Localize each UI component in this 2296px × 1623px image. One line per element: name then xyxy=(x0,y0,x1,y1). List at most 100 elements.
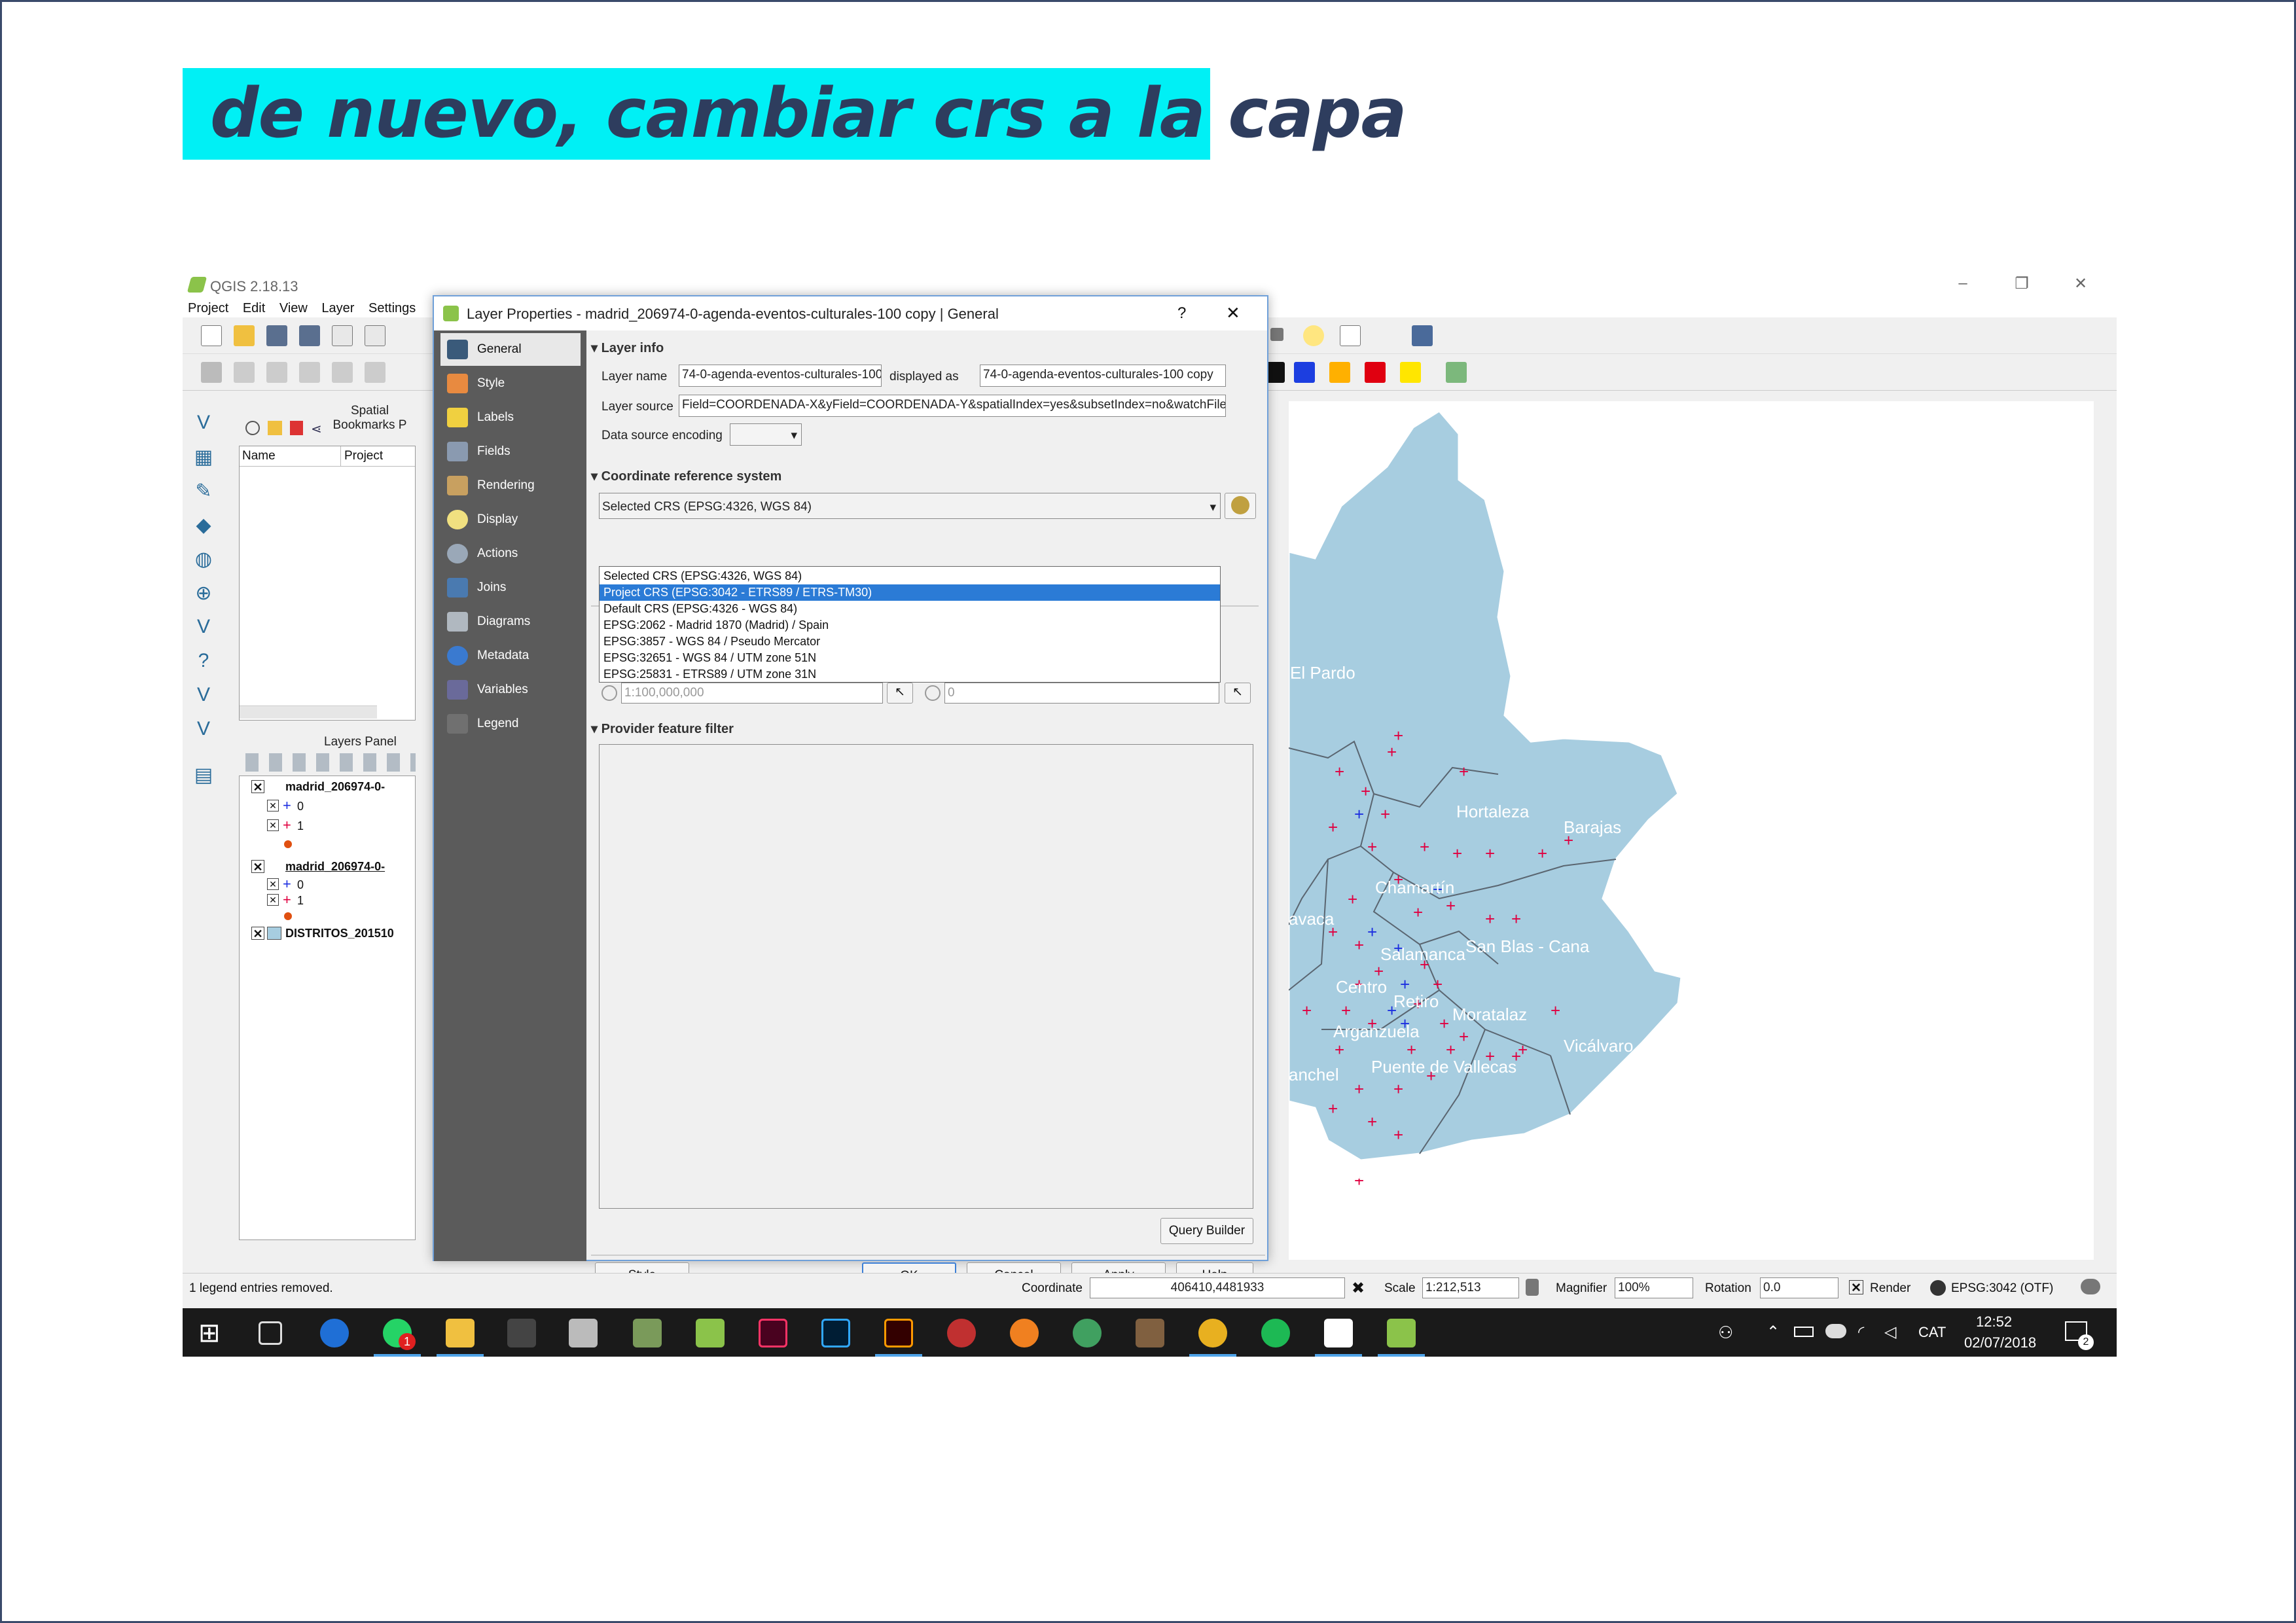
sidebar-item-rendering[interactable]: Rendering xyxy=(440,469,581,502)
add-wcs-icon[interactable]: ⊕ xyxy=(190,582,217,608)
close-window-button[interactable]: ✕ xyxy=(2068,274,2094,296)
sidebar-item-labels[interactable]: Labels xyxy=(440,401,581,434)
crs-header[interactable]: ▾ Coordinate reference system xyxy=(591,468,781,484)
add-spatialite-icon[interactable]: ◆ xyxy=(190,514,217,540)
set-min-scale-button[interactable]: ↖ xyxy=(887,683,913,704)
layer-name[interactable]: madrid_206974-0- xyxy=(285,780,416,794)
layer-name-input[interactable]: 74-0-agenda-eventos-culturales-100 copy xyxy=(679,365,882,387)
displayed-as-field[interactable]: 74-0-agenda-eventos-culturales-100 copy xyxy=(980,365,1226,387)
terminal-icon[interactable] xyxy=(507,1319,536,1347)
image-viewer-icon[interactable] xyxy=(633,1319,662,1347)
tray-chevron-icon[interactable]: ⌃ xyxy=(1767,1323,1780,1342)
sidebar-item-actions[interactable]: Actions xyxy=(440,537,581,570)
layer-checkbox[interactable]: ✕ xyxy=(251,927,264,940)
layer-checkbox[interactable]: ✕ xyxy=(251,780,264,794)
class-checkbox[interactable]: ✕ xyxy=(267,800,279,812)
language-indicator[interactable]: CAT xyxy=(1918,1324,1946,1341)
zoom-bookmark-icon[interactable] xyxy=(245,421,260,435)
qgis-taskbar-icon[interactable] xyxy=(1387,1319,1416,1347)
class-checkbox[interactable]: ✕ xyxy=(267,819,279,831)
class-checkbox[interactable]: ✕ xyxy=(267,878,279,890)
scale-field[interactable]: 1:212,513 xyxy=(1422,1277,1519,1298)
layer-info-header[interactable]: ▾ Layer info xyxy=(591,340,664,356)
add-vector-layer-icon[interactable]: V xyxy=(190,412,217,438)
cloud-icon[interactable] xyxy=(1825,1324,1846,1338)
map-canvas[interactable]: + + + + + + + + + + + + + + + + + + + + + + + + + + + + + + + + + + + + + + + +… xyxy=(1289,401,2094,1260)
col-project-header[interactable]: Project xyxy=(344,449,383,463)
delete-bookmark-icon[interactable] xyxy=(290,421,303,435)
node-tool-icon[interactable] xyxy=(365,362,386,383)
volume-icon[interactable]: ◁ xyxy=(1884,1323,1896,1342)
crs-option[interactable]: EPSG:3857 - WGS 84 / Pseudo Mercator xyxy=(600,633,1220,650)
menu-settings[interactable]: Settings xyxy=(363,298,421,319)
messages-icon[interactable] xyxy=(2081,1279,2100,1294)
sidebar-item-general[interactable]: General xyxy=(440,333,581,366)
save-edits-icon[interactable] xyxy=(266,362,287,383)
horizontal-scrollbar[interactable] xyxy=(240,705,377,719)
magnifier-field[interactable]: 100% xyxy=(1615,1277,1693,1298)
add-virtual-layer-icon[interactable]: V xyxy=(190,684,217,710)
layer-name[interactable]: madrid_206974-0- xyxy=(285,860,416,874)
teamviewer-icon[interactable] xyxy=(320,1319,349,1347)
share-bookmark-icon[interactable]: ⋖ xyxy=(311,421,325,437)
wifi-icon[interactable]: ◜ xyxy=(1858,1323,1864,1342)
filter-header[interactable]: ▾ Provider feature filter xyxy=(591,721,734,737)
photoshop-icon[interactable] xyxy=(821,1319,850,1347)
crs-option-highlighted[interactable]: Project CRS (EPSG:3042 - ETRS89 / ETRS-T… xyxy=(600,584,1220,601)
menu-project[interactable]: Project xyxy=(183,298,234,319)
new-project-icon[interactable] xyxy=(201,325,222,346)
chrome-icon[interactable] xyxy=(1198,1319,1227,1347)
filter-textarea[interactable] xyxy=(599,744,1253,1209)
save-project-icon[interactable] xyxy=(266,325,287,346)
add-wms-icon[interactable]: ◍ xyxy=(190,548,217,574)
annotation-icon[interactable] xyxy=(1303,325,1324,346)
atom-app-icon[interactable] xyxy=(1073,1319,1102,1347)
edit-icon[interactable] xyxy=(234,362,255,383)
clock-date[interactable]: 02/07/2018 xyxy=(1964,1334,2036,1351)
col-name-header[interactable]: Name xyxy=(242,449,276,463)
set-max-scale-button[interactable]: ↖ xyxy=(1225,683,1251,704)
save-as-icon[interactable] xyxy=(299,325,320,346)
menu-layer[interactable]: Layer xyxy=(316,298,359,319)
crs-globe-icon[interactable] xyxy=(1930,1280,1946,1296)
open-project-icon[interactable] xyxy=(234,325,255,346)
coordinate-field[interactable]: 406410,4481933 xyxy=(1090,1277,1345,1298)
label-orange-icon[interactable] xyxy=(1329,362,1350,383)
crs-status[interactable]: EPSG:3042 (OTF) xyxy=(1951,1281,2053,1296)
sidebar-item-legend[interactable]: Legend xyxy=(440,707,581,740)
crs-option[interactable]: EPSG:25831 - ETRS89 / UTM zone 31N xyxy=(600,666,1220,683)
layer-name[interactable]: DISTRITOS_201510 xyxy=(285,927,416,940)
menu-view[interactable]: View xyxy=(274,298,313,319)
min-scale-select[interactable]: 1:100,000,000 xyxy=(621,683,883,704)
qgis-desktop-icon[interactable] xyxy=(696,1319,725,1347)
crs-option[interactable]: Selected CRS (EPSG:4326, WGS 84) xyxy=(600,568,1220,584)
add-bookmark-icon[interactable] xyxy=(268,421,282,435)
field-calculator-icon[interactable]: ▤ xyxy=(190,764,217,790)
app-icon[interactable] xyxy=(569,1319,598,1347)
blender-icon[interactable] xyxy=(1010,1319,1039,1347)
sidebar-item-joins[interactable]: Joins xyxy=(440,571,581,604)
add-feature-icon[interactable] xyxy=(299,362,320,383)
windows-start-icon[interactable]: ⊞ xyxy=(198,1319,227,1347)
sidebar-item-diagrams[interactable]: Diagrams xyxy=(440,605,581,638)
minimize-button[interactable]: – xyxy=(1950,274,1976,296)
class-checkbox[interactable]: ✕ xyxy=(267,894,279,906)
select-crs-button[interactable] xyxy=(1225,493,1256,519)
help-icon[interactable] xyxy=(1412,325,1433,346)
people-icon[interactable]: ⚇ xyxy=(1718,1323,1733,1343)
label-red-icon[interactable] xyxy=(1365,362,1386,383)
render-checkbox[interactable]: ✕ xyxy=(1849,1280,1863,1295)
gimp-icon[interactable] xyxy=(1136,1319,1164,1347)
max-scale-select[interactable]: 0 xyxy=(944,683,1219,704)
label-yellow-icon[interactable] xyxy=(1400,362,1421,383)
lock-scale-icon[interactable] xyxy=(1526,1279,1539,1296)
pencil-icon[interactable] xyxy=(201,362,222,383)
sidebar-item-variables[interactable]: Variables xyxy=(440,673,581,706)
layer-source-field[interactable]: Field=COORDENADA-X&yField=COORDENADA-Y&s… xyxy=(679,395,1226,417)
sticky-notes-icon[interactable] xyxy=(1324,1319,1353,1347)
crs-option[interactable]: EPSG:2062 - Madrid 1870 (Madrid) / Spain xyxy=(600,617,1220,633)
sidebar-item-fields[interactable]: Fields xyxy=(440,435,581,468)
add-raster-layer-icon[interactable]: ▦ xyxy=(190,446,217,472)
crs-option[interactable]: EPSG:32651 - WGS 84 / UTM zone 51N xyxy=(600,650,1220,666)
sidebar-item-style[interactable]: Style xyxy=(440,367,581,400)
